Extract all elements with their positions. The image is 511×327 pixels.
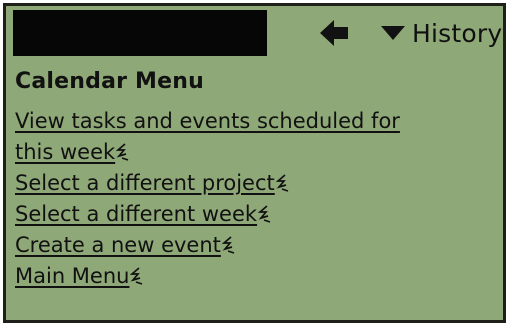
- triangle-down-icon: [381, 26, 405, 40]
- title-bar: History: [6, 6, 503, 56]
- link-ear-icon: [275, 174, 289, 192]
- page-title: Calendar Menu: [15, 69, 204, 94]
- view-tasks-events-line-2: this week: [15, 140, 116, 164]
- device-screen: History Calendar Menu View tasks and eve…: [3, 3, 506, 323]
- main-menu-link[interactable]: Main Menu: [15, 261, 501, 292]
- select-different-project-link[interactable]: Select a different project: [15, 168, 501, 199]
- link-ear-icon: [130, 267, 143, 285]
- calendar-menu-content: Calendar Menu View tasks and events sche…: [15, 68, 501, 292]
- link-ear-icon: [221, 236, 235, 254]
- redacted-title-area: [13, 10, 267, 56]
- view-tasks-events-line-1: View tasks and events scheduled for: [15, 109, 400, 133]
- history-label: History: [412, 18, 503, 48]
- link-ear-icon: [116, 143, 129, 161]
- main-menu-label: Main Menu: [15, 264, 130, 288]
- link-ear-icon: [258, 205, 271, 223]
- view-tasks-events-link[interactable]: View tasks and events scheduled for this…: [15, 106, 501, 168]
- create-new-event-label: Create a new event: [15, 233, 221, 257]
- create-new-event-link[interactable]: Create a new event: [15, 230, 501, 261]
- select-different-week-label: Select a different week: [15, 202, 258, 226]
- back-arrow-icon[interactable]: [320, 19, 350, 47]
- select-different-week-link[interactable]: Select a different week: [15, 199, 501, 230]
- select-different-project-label: Select a different project: [15, 171, 275, 195]
- history-dropdown[interactable]: History: [381, 17, 502, 49]
